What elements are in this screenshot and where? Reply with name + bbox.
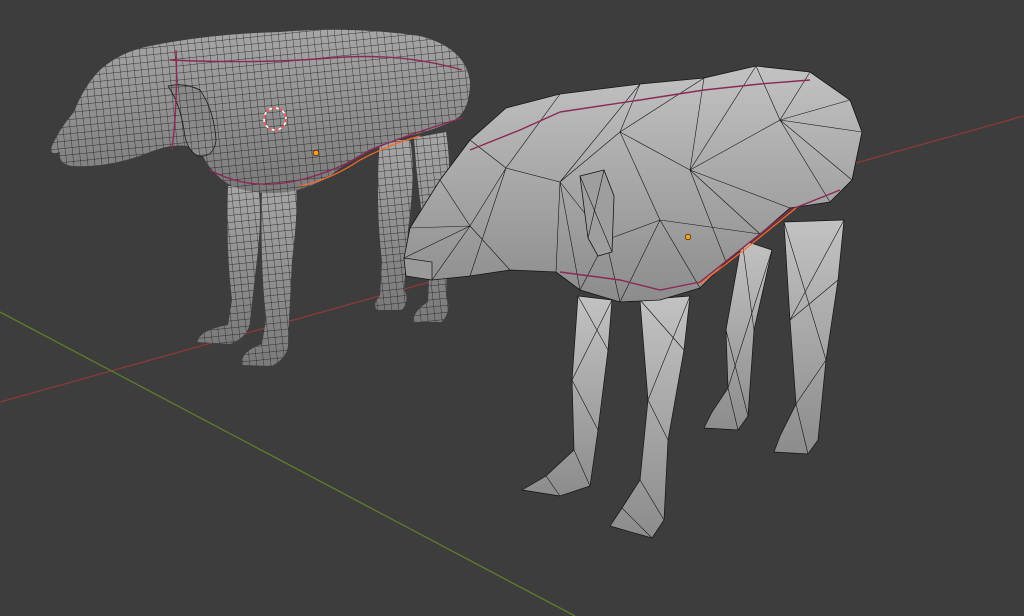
lowpoly-dog-front-leg-near	[609, 295, 691, 539]
viewport-canvas[interactable]	[0, 0, 1024, 616]
low-poly-triangulated-dog[interactable]	[403, 65, 863, 539]
y-axis-line	[0, 311, 576, 616]
object-origin-icon[interactable]	[684, 233, 692, 241]
quad-mesh-dog[interactable]	[51, 29, 470, 366]
3d-viewport[interactable]	[0, 0, 1024, 616]
lowpoly-dog-front-leg-far	[520, 295, 613, 497]
lowpoly-dog-back-leg-near	[773, 219, 845, 455]
object-origin-icon[interactable]	[312, 149, 320, 157]
